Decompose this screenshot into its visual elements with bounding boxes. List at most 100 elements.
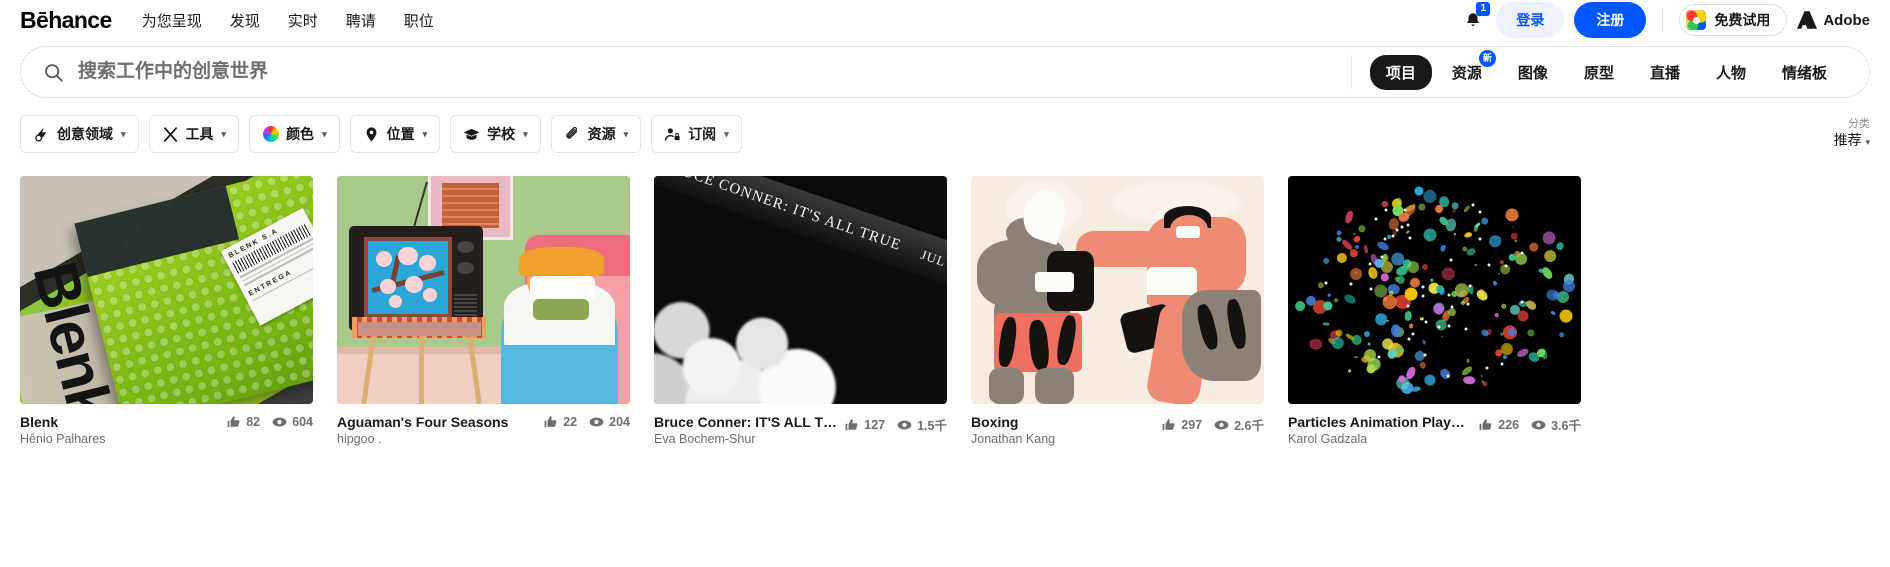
views-stat: 2.6千 [1214,415,1264,434]
particle [1408,322,1414,329]
particle [1481,380,1489,388]
tab-people[interactable]: 人物 [1700,55,1762,90]
particle [1343,209,1355,225]
project-thumbnail[interactable]: Blenk BLENK S.A ENTREGA [20,176,313,404]
adobe-brand[interactable]: Adobe [1797,11,1870,29]
login-button[interactable]: 登录 [1496,2,1565,38]
sort-value-row[interactable]: 推荐 ▾ [1834,132,1870,150]
project-thumbnail[interactable] [337,176,630,404]
signup-button[interactable]: 注册 [1574,2,1647,38]
project-thumbnail[interactable] [971,176,1264,404]
search-input[interactable] [78,47,1351,97]
particle-speck [1424,320,1428,324]
particle-speck [1449,258,1453,262]
project-card[interactable]: Aguaman's Four Seasons hipgoo . 22 204 [337,176,630,446]
nav-item-hire[interactable]: 聘请 [346,10,376,31]
thumbs-up-icon [1162,418,1175,430]
particle [1474,263,1478,267]
notifications-button[interactable]: 1 [1460,2,1491,33]
particle-speck [1464,327,1468,331]
project-title[interactable]: Bruce Conner: IT'S ALL TRUE [654,414,837,430]
particle [1420,262,1429,271]
filter-assets[interactable]: 资源 ▾ [550,115,642,153]
particle [1363,244,1369,254]
nav-item-live[interactable]: 实时 [288,10,318,31]
particle [1382,296,1388,302]
project-owner[interactable]: Hênio Palhares [20,432,219,446]
particle-speck [1369,287,1373,291]
filter-creative-fields[interactable]: 创意领域 ▾ [20,115,139,153]
project-owner[interactable]: Eva Bochem-Shur [654,432,837,446]
likes-stat: 297 [1162,418,1202,432]
tab-images[interactable]: 图像 [1502,55,1564,90]
likes-stat: 226 [1479,418,1519,432]
subscription-person-icon [664,126,681,143]
project-thumbnail[interactable]: BRUCE CONNER: IT'S ALL TRUE JUL 3–OCT [654,176,947,404]
particle [1322,321,1330,326]
particle [1391,251,1405,266]
views-count: 1.5千 [917,419,947,433]
project-owner[interactable]: hipgoo . [337,432,536,446]
thumbnail-art-blenk: Blenk BLENK S.A ENTREGA [20,176,313,404]
project-title[interactable]: Aguaman's Four Seasons [337,414,536,430]
filter-tools[interactable]: 工具 ▾ [148,115,240,153]
location-pin-icon [363,126,380,143]
tab-assets[interactable]: 资源 新 [1436,49,1498,90]
particle-speck [1423,353,1427,357]
particle-speck [1485,366,1489,370]
particle [1406,260,1420,274]
project-card[interactable]: BRUCE CONNER: IT'S ALL TRUE JUL 3–OCT Br… [654,176,947,446]
filter-school-label: 学校 [487,126,516,142]
particle [1452,209,1456,213]
particle-speck [1395,228,1399,232]
project-thumbnail[interactable] [1288,176,1581,404]
free-trial-button[interactable]: 免费试用 [1679,4,1788,36]
project-stats: 226 3.6千 [1479,414,1581,434]
sort-control[interactable]: 分类 推荐 ▾ [1834,118,1870,149]
particle [1494,312,1500,318]
project-title[interactable]: Boxing [971,414,1154,430]
tab-prototypes[interactable]: 原型 [1568,55,1630,90]
nav-item-jobs[interactable]: 职位 [404,10,434,31]
particle-speck [1468,284,1472,288]
nav-item-for-you[interactable]: 为您呈现 [142,10,202,31]
project-owner[interactable]: Karol Gadzala [1288,432,1471,446]
filter-location[interactable]: 位置 ▾ [349,115,441,153]
particle [1410,386,1422,393]
tab-livestream[interactable]: 直播 [1634,55,1696,90]
project-meta: Blenk Hênio Palhares 82 604 [20,414,313,446]
tab-projects[interactable]: 项目 [1369,54,1432,90]
chevron-down-icon: ▾ [121,128,126,139]
header-divider [1662,9,1664,31]
particle [1366,342,1371,346]
project-title[interactable]: Particles Animation Playground [1288,414,1471,430]
behance-logo[interactable]: Bēhance [20,7,112,34]
project-title[interactable]: Blenk [20,414,219,430]
particle [1420,317,1425,321]
filter-subscription[interactable]: 订阅 ▾ [651,115,742,153]
filter-assets-label: 资源 [587,126,616,142]
particle [1500,260,1504,264]
thumbs-up-icon [227,416,240,428]
filter-school[interactable]: 学校 ▾ [450,115,541,153]
project-owner[interactable]: Jonathan Kang [971,432,1154,446]
particle [1451,202,1459,210]
particle [1362,330,1371,339]
particle [1333,297,1340,303]
search-box[interactable] [21,47,1351,97]
chevron-down-icon: ▾ [724,128,729,139]
project-card[interactable]: Boxing Jonathan Kang 297 2.6千 [971,176,1264,446]
search-icon [45,63,63,82]
creative-fields-icon [33,126,50,143]
tab-moodboards[interactable]: 情绪板 [1766,55,1843,90]
nav-item-discover[interactable]: 发现 [230,10,260,31]
project-card[interactable]: Blenk BLENK S.A ENTREGA Blenk Hênio Palh… [20,176,313,446]
project-card[interactable]: Particles Animation Playground Karol Gad… [1288,176,1581,446]
particle [1542,248,1558,264]
particle [1453,232,1457,236]
filter-color[interactable]: 颜色 ▾ [249,115,340,153]
particle [1403,310,1413,322]
main-navigation: 为您呈现 发现 实时 聘请 职位 [142,10,434,31]
particle [1433,204,1444,215]
tools-icon [162,126,179,143]
